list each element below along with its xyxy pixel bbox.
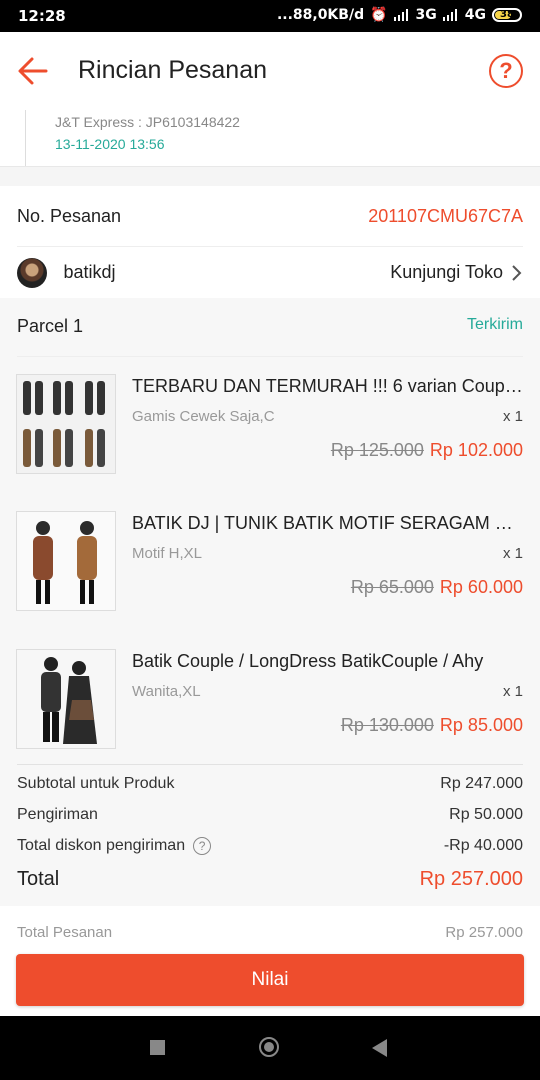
total-row: Total Rp 257.000 <box>17 868 523 891</box>
rate-button[interactable]: Nilai <box>16 954 524 1006</box>
signal-icon <box>393 9 410 21</box>
product-variant: Gamis Cewek Saja,C <box>132 408 275 425</box>
original-price: Rp 130.000 <box>340 715 434 735</box>
product-variant: Wanita,XL <box>132 683 201 700</box>
product-quantity: x 1 <box>502 408 523 425</box>
tracking-info[interactable]: J&T Express : JP6103148422 13-11-2020 13… <box>0 110 540 167</box>
divider <box>17 356 523 357</box>
parcel-title: Parcel 1 <box>17 316 84 336</box>
total-label: Total <box>17 868 60 890</box>
product-variant: Motif H,XL <box>132 545 203 562</box>
visit-shop-label: Kunjungi Toko <box>390 262 503 282</box>
original-price: Rp 65.000 <box>350 577 434 597</box>
signal-icon-2 <box>442 9 459 21</box>
product-price: Rp 125.000 Rp 102.000 <box>331 440 523 461</box>
original-price: Rp 125.000 <box>330 440 424 460</box>
total-value: Rp 257.000 <box>419 868 523 890</box>
shipping-discount-label-wrap: Total diskon pengiriman? <box>17 837 212 855</box>
battery-level: 38 <box>500 9 514 20</box>
order-number-label: No. Pesanan <box>17 205 122 226</box>
back-arrow-icon[interactable] <box>16 54 50 88</box>
product-quantity: x 1 <box>502 683 523 700</box>
product-image <box>16 649 116 749</box>
shipping-discount-row: Total diskon pengiriman? -Rp 40.000 <box>17 837 523 855</box>
timeline-line <box>25 110 26 166</box>
chevron-right-icon <box>512 264 522 281</box>
recents-icon[interactable] <box>150 1040 165 1055</box>
shipping-discount-value: -Rp 40.000 <box>443 837 523 854</box>
system-nav-bar <box>0 1016 540 1080</box>
total-order-row: Total Pesanan Rp 257.000 <box>17 924 523 941</box>
shop-info: batikdj <box>17 257 116 288</box>
app-bar: Rincian Pesanan ? <box>0 32 540 110</box>
battery-icon: 38 <box>492 8 522 22</box>
order-number-row[interactable]: No. Pesanan 201107CMU67C7A <box>17 186 523 246</box>
net-4g-label: 4G <box>464 7 486 23</box>
total-order-label: Total Pesanan <box>17 924 113 941</box>
alarm-icon: ⏰ <box>370 7 388 23</box>
tracking-datetime: 13-11-2020 13:56 <box>55 136 165 152</box>
shipping-discount-label: Total diskon pengiriman <box>17 837 186 855</box>
help-icon[interactable]: ? <box>489 54 523 88</box>
discounted-price: Rp 85.000 <box>439 715 523 735</box>
shop-avatar <box>17 257 47 288</box>
product-image <box>16 374 116 474</box>
shipping-row: Pengiriman Rp 50.000 <box>17 806 523 824</box>
product-item[interactable]: BATIK DJ | TUNIK BATIK MOTIF SERAGAM BAT… <box>0 511 540 631</box>
total-order-value: Rp 257.000 <box>445 924 523 941</box>
back-triangle-icon[interactable] <box>372 1039 387 1057</box>
bottom-bar: Total Pesanan Rp 257.000 Nilai <box>0 906 540 1016</box>
shop-row: batikdj Kunjungi Toko <box>17 247 523 298</box>
home-icon[interactable] <box>259 1037 279 1057</box>
status-time: 12:28 <box>18 7 66 25</box>
product-image <box>16 511 116 611</box>
subtotal-label: Subtotal untuk Produk <box>17 775 175 792</box>
shipping-label: Pengiriman <box>17 806 98 823</box>
product-price: Rp 65.000 Rp 60.000 <box>351 577 523 598</box>
net-3g-label: 3G <box>415 7 437 23</box>
product-item[interactable]: TERBARU DAN TERMURAH !!! 6 varian Couple… <box>0 374 540 494</box>
product-name: Batik Couple / LongDress BatikCouple / A… <box>132 651 484 671</box>
product-quantity: x 1 <box>502 545 523 562</box>
status-indicators: ...88,0KB/d ⏰ 3G 4G 38 <box>277 7 522 23</box>
product-name: TERBARU DAN TERMURAH !!! 6 varian Couple… <box>132 376 523 396</box>
product-item[interactable]: Batik Couple / LongDress BatikCouple / A… <box>0 649 540 769</box>
courier-tracking-number: J&T Express : JP6103148422 <box>55 114 240 130</box>
page-title: Rincian Pesanan <box>78 56 268 84</box>
discounted-price: Rp 102.000 <box>429 440 523 460</box>
question-icon[interactable]: ? <box>193 837 212 855</box>
subtotal-value: Rp 247.000 <box>440 775 523 792</box>
product-name: BATIK DJ | TUNIK BATIK MOTIF SERAGAM BAT… <box>132 513 523 533</box>
product-price: Rp 130.000 Rp 85.000 <box>341 715 523 736</box>
network-speed: ...88,0KB/d <box>276 7 365 23</box>
parcel-status: Terkirim <box>467 316 523 333</box>
order-number-value: 201107CMU67C7A <box>368 205 523 226</box>
subtotal-row: Subtotal untuk Produk Rp 247.000 <box>17 775 523 793</box>
shipping-value: Rp 50.000 <box>449 806 523 823</box>
visit-shop-button[interactable]: Kunjungi Toko <box>390 262 523 283</box>
discounted-price: Rp 60.000 <box>439 577 523 597</box>
divider <box>17 764 523 765</box>
status-bar: 12:28 ...88,0KB/d ⏰ 3G 4G 38 <box>0 0 540 32</box>
shop-name: batikdj <box>63 262 116 282</box>
order-shop-card: No. Pesanan 201107CMU67C7A batikdj Kunju… <box>0 186 540 298</box>
parcel-section: Parcel 1 Terkirim TERBARU DAN TERMURAH !… <box>0 298 540 906</box>
